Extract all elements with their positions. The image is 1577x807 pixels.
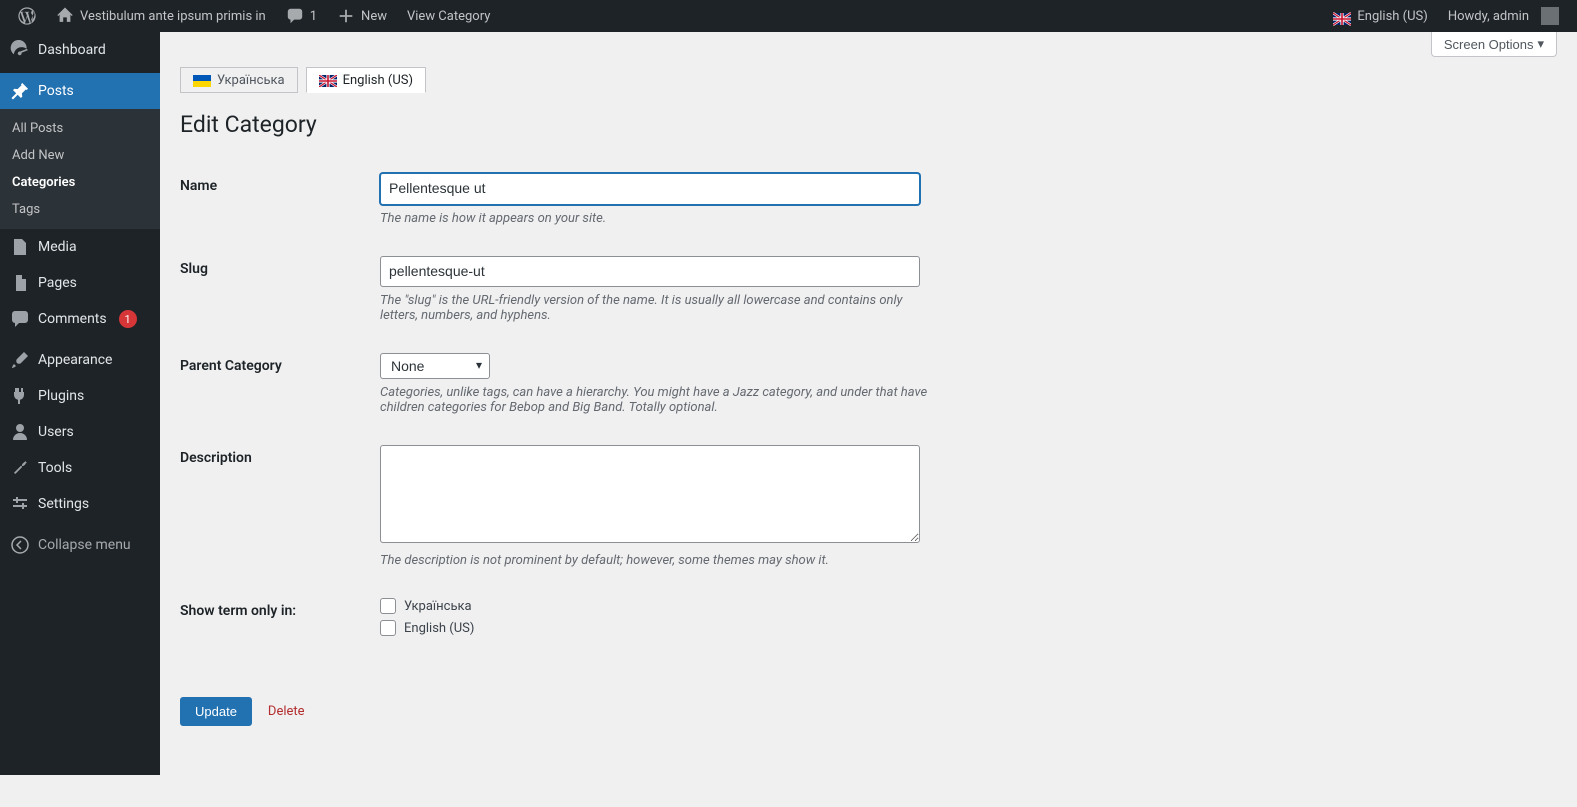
plug-icon xyxy=(10,386,30,406)
description-desc: The description is not prominent by defa… xyxy=(380,553,940,568)
comments-link[interactable]: 1 xyxy=(276,0,327,32)
user-icon xyxy=(10,422,30,442)
sidebar-sub-all-posts[interactable]: All Posts xyxy=(0,115,160,142)
new-link[interactable]: New xyxy=(327,0,397,32)
update-button[interactable]: Update xyxy=(180,697,252,726)
language-tabs: Українська English (US) xyxy=(180,67,1557,93)
sidebar-item-tools[interactable]: Tools xyxy=(0,450,160,486)
sidebar-collapse[interactable]: Collapse menu xyxy=(0,527,160,563)
site-title: Vestibulum ante ipsum primis in xyxy=(80,9,266,24)
brush-icon xyxy=(10,350,30,370)
name-label: Name xyxy=(180,158,380,241)
tab-ukrainian[interactable]: Українська xyxy=(180,67,298,93)
checkbox-ukrainian[interactable] xyxy=(380,598,396,614)
adminbar-lang-label: English (US) xyxy=(1357,9,1427,24)
sidebar-sub-tags[interactable]: Tags xyxy=(0,196,160,223)
howdy-text: Howdy, admin xyxy=(1448,9,1529,24)
avatar-icon xyxy=(1541,7,1559,25)
comment-count: 1 xyxy=(310,9,317,24)
page-title: Edit Category xyxy=(180,111,1557,138)
wrench-icon xyxy=(10,458,30,478)
comment-icon xyxy=(10,309,30,329)
wordpress-icon xyxy=(18,7,36,25)
edit-category-form: Name The name is how it appears on your … xyxy=(180,158,1557,657)
comments-badge: 1 xyxy=(119,310,137,328)
sidebar-item-appearance[interactable]: Appearance xyxy=(0,342,160,378)
admin-sidebar: Dashboard Posts All Posts Add New Catego… xyxy=(0,32,160,775)
adminbar: Vestibulum ante ipsum primis in 1 New Vi… xyxy=(0,0,1577,32)
description-label: Description xyxy=(180,430,380,583)
parent-desc: Categories, unlike tags, can have a hier… xyxy=(380,385,940,415)
new-label: New xyxy=(361,9,387,24)
parent-select[interactable]: None xyxy=(380,353,490,379)
flag-uk-icon xyxy=(319,75,337,87)
sidebar-sub-categories[interactable]: Categories xyxy=(0,169,160,196)
name-desc: The name is how it appears on your site. xyxy=(380,211,940,226)
dashboard-icon xyxy=(10,40,30,60)
tab-english[interactable]: English (US) xyxy=(306,67,426,93)
description-textarea[interactable] xyxy=(380,445,920,543)
media-icon xyxy=(10,237,30,257)
sidebar-item-media[interactable]: Media xyxy=(0,229,160,265)
plus-icon xyxy=(337,7,355,25)
sidebar-item-posts[interactable]: Posts xyxy=(0,73,160,109)
account-link[interactable]: Howdy, admin xyxy=(1438,0,1569,32)
checkbox-english-label: English (US) xyxy=(404,621,474,636)
checkbox-ukrainian-label: Українська xyxy=(404,599,472,614)
name-input[interactable] xyxy=(380,173,920,205)
comment-icon xyxy=(286,7,304,25)
slug-input[interactable] xyxy=(380,256,920,288)
sidebar-sub-posts: All Posts Add New Categories Tags xyxy=(0,109,160,229)
sidebar-item-plugins[interactable]: Plugins xyxy=(0,378,160,414)
pin-icon xyxy=(10,81,30,101)
sidebar-item-users[interactable]: Users xyxy=(0,414,160,450)
sidebar-item-pages[interactable]: Pages xyxy=(0,265,160,301)
flag-ua-icon xyxy=(193,75,211,87)
view-category-link[interactable]: View Category xyxy=(397,0,500,32)
collapse-icon xyxy=(10,535,30,555)
home-icon xyxy=(56,7,74,25)
site-link[interactable]: Vestibulum ante ipsum primis in xyxy=(46,0,276,32)
main-content: Screen Options ▾ Українська English (US)… xyxy=(160,32,1577,775)
delete-link[interactable]: Delete xyxy=(268,704,305,719)
show-in-label: Show term only in: xyxy=(180,583,380,657)
slug-label: Slug xyxy=(180,241,380,339)
chevron-down-icon: ▾ xyxy=(1537,36,1544,52)
parent-label: Parent Category xyxy=(180,338,380,430)
screen-options-button[interactable]: Screen Options ▾ xyxy=(1431,32,1557,57)
flag-uk-icon xyxy=(1333,10,1351,22)
sidebar-sub-add-new[interactable]: Add New xyxy=(0,142,160,169)
wp-logo[interactable] xyxy=(8,0,46,32)
sidebar-item-comments[interactable]: Comments 1 xyxy=(0,301,160,337)
sidebar-item-dashboard[interactable]: Dashboard xyxy=(0,32,160,68)
page-icon xyxy=(10,273,30,293)
adminbar-lang[interactable]: English (US) xyxy=(1323,0,1437,32)
sidebar-item-settings[interactable]: Settings xyxy=(0,486,160,522)
slug-desc: The "slug" is the URL-friendly version o… xyxy=(380,293,940,323)
sliders-icon xyxy=(10,494,30,514)
checkbox-english[interactable] xyxy=(380,620,396,636)
